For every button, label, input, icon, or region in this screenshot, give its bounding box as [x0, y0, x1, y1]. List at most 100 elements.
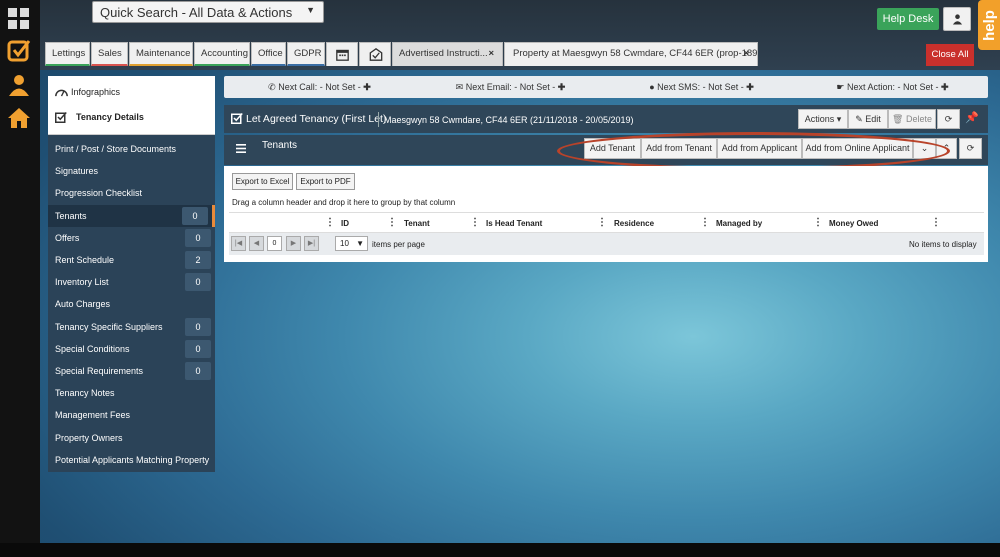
prev-page-icon[interactable]: ◀ — [249, 236, 264, 251]
sidebar-item-label: Property Owners — [55, 432, 123, 443]
sidebar-item-auto-charges[interactable]: Auto Charges — [48, 293, 215, 315]
next-call[interactable]: ✆ Next Call: - Not Set - ✚ — [224, 76, 415, 98]
plus-icon[interactable]: ✚ — [363, 82, 371, 92]
count-badge: 0 — [182, 206, 208, 225]
plus-icon[interactable]: ✚ — [941, 82, 949, 92]
doc-tab-label: Property at Maesgwyn 58 Cwmdare, CF44 6E… — [513, 48, 758, 59]
count-badge: 0 — [185, 361, 211, 380]
property-house-icon[interactable] — [7, 106, 31, 130]
column-header-id[interactable]: ID — [341, 219, 349, 228]
pencil-icon: ✎ — [855, 114, 863, 124]
tab-maintenance[interactable]: Maintenance — [129, 42, 193, 66]
column-menu-icon[interactable]: ⋮ — [931, 217, 941, 228]
sidebar-item-property-owners[interactable]: Property Owners — [48, 426, 215, 448]
apps-grid-icon[interactable] — [7, 7, 31, 31]
column-menu-icon[interactable]: ⋮ — [813, 217, 823, 228]
column-menu-icon[interactable]: ⋮ — [597, 217, 607, 228]
edit-button[interactable]: ✎ Edit — [848, 109, 888, 129]
highlight-annotation — [557, 132, 950, 170]
quick-search-dropdown[interactable]: Quick Search - All Data & Actions ▼ — [92, 1, 324, 23]
sidebar-item-tenancy-details[interactable]: Tenancy Details — [48, 103, 215, 130]
next-email[interactable]: ✉ Next Email: - Not Set - ✚ — [415, 76, 606, 98]
no-items-message: No items to display — [909, 240, 977, 249]
help-side-tab[interactable]: help — [978, 0, 1000, 50]
open-doc-tab-property[interactable]: Property at Maesgwyn 58 Cwmdare, CF44 6E… — [504, 42, 758, 66]
open-doc-tab-advertised[interactable]: Advertised Instructi... × — [392, 42, 503, 66]
column-menu-icon[interactable]: ⋮ — [387, 217, 397, 228]
tab-accounting[interactable]: Accounting — [194, 42, 250, 66]
items-per-page-label: items per page — [372, 240, 425, 249]
sidebar-item-special-conditions[interactable]: Special Conditions 0 — [48, 338, 215, 360]
sidebar-item-inventory-list[interactable]: Inventory List 0 — [48, 271, 215, 293]
column-menu-icon[interactable]: ⋮ — [325, 217, 335, 228]
envelope-icon: ✉ — [455, 82, 464, 92]
tab-sales[interactable]: Sales — [91, 42, 128, 66]
delete-button[interactable]: 🗑 Delete — [888, 109, 936, 129]
sidebar-item-progression-checklist[interactable]: Progression Checklist — [48, 182, 215, 204]
page-number[interactable]: 0 — [267, 236, 282, 251]
calendar-tab[interactable] — [326, 42, 358, 66]
tab-office[interactable]: Office — [251, 42, 286, 66]
column-header-residence[interactable]: Residence — [614, 219, 654, 228]
close-all-button[interactable]: Close All — [926, 44, 974, 66]
sidebar-item-signatures[interactable]: Signatures — [48, 160, 215, 182]
sidebar-item-infographics[interactable]: Infographics — [48, 76, 215, 103]
first-page-icon[interactable]: |◀ — [231, 236, 246, 251]
menu-icon[interactable] — [236, 144, 246, 153]
last-page-icon[interactable]: ▶| — [304, 236, 319, 251]
sidebar-item-label: Tenancy Details — [76, 111, 144, 122]
sidebar-item-label: Infographics — [71, 86, 121, 97]
actions-dropdown[interactable]: Actions ▾ — [798, 109, 848, 129]
refresh-button[interactable]: ⟳ — [937, 109, 960, 129]
sidebar-item-label: Potential Applicants Matching Property — [55, 454, 210, 465]
tenancy-check-icon — [231, 113, 243, 124]
sidebar-item-tenancy-suppliers[interactable]: Tenancy Specific Suppliers 0 — [48, 316, 215, 338]
mail-tab[interactable] — [359, 42, 391, 66]
help-desk-button[interactable]: Help Desk — [877, 8, 939, 30]
sidebar-item-tenants[interactable]: Tenants 0 — [48, 204, 215, 227]
column-menu-icon[interactable]: ⋮ — [700, 217, 710, 228]
sidebar-item-potential-applicants[interactable]: Potential Applicants Matching Property — [48, 449, 215, 471]
export-excel-button[interactable]: Export to Excel — [232, 173, 293, 190]
next-action-label: Next Action: - Not Set - — [846, 82, 939, 92]
page-size-select[interactable]: 10 ▼ — [335, 236, 368, 251]
refresh-tenants-button[interactable]: ⟳ — [959, 138, 982, 159]
tab-lettings[interactable]: Lettings — [45, 42, 90, 66]
next-action[interactable]: ☛ Next Action: - Not Set - ✚ — [797, 76, 988, 98]
plus-icon[interactable]: ✚ — [558, 82, 566, 92]
user-icon — [952, 14, 963, 25]
sidebar-item-offers[interactable]: Offers 0 — [48, 227, 215, 249]
bottom-bar — [0, 543, 1000, 557]
next-sms-label: Next SMS: - Not Set - — [657, 82, 744, 92]
contacts-person-icon[interactable] — [7, 73, 31, 97]
close-icon[interactable]: × — [488, 43, 494, 65]
user-menu-button[interactable] — [943, 7, 971, 31]
pin-icon[interactable]: 📌 — [965, 111, 979, 125]
sidebar-item-rent-schedule[interactable]: Rent Schedule 2 — [48, 249, 215, 271]
next-email-label: Next Email: - Not Set - — [465, 82, 556, 92]
column-menu-icon[interactable]: ⋮ — [470, 217, 480, 228]
task-check-icon[interactable] — [7, 38, 31, 62]
next-page-icon[interactable]: ▶ — [286, 236, 301, 251]
sidebar-item-label: Management Fees — [55, 410, 131, 421]
thumbs-up-icon: ☛ — [836, 82, 845, 92]
column-header-managed-by[interactable]: Managed by — [716, 219, 762, 228]
export-pdf-button[interactable]: Export to PDF — [296, 173, 355, 190]
phone-icon: ✆ — [268, 82, 276, 92]
column-header-money-owed[interactable]: Money Owed — [829, 219, 878, 228]
sidebar-item-special-requirements[interactable]: Special Requirements 0 — [48, 360, 215, 382]
sidebar-item-label: Progression Checklist — [55, 188, 143, 199]
sidebar-item-print-documents[interactable]: Print / Post / Store Documents — [48, 138, 215, 160]
column-header-tenant[interactable]: Tenant — [404, 219, 430, 228]
tab-gdpr[interactable]: GDPR — [287, 42, 325, 66]
plus-icon[interactable]: ✚ — [746, 82, 754, 92]
next-sms[interactable]: ● Next SMS: - Not Set - ✚ — [606, 76, 797, 98]
tenants-title: Tenants — [262, 140, 298, 151]
column-header-head-tenant[interactable]: Is Head Tenant — [486, 219, 542, 228]
next-activity-bar: ✆ Next Call: - Not Set - ✚ ✉ Next Email:… — [224, 76, 988, 98]
sidebar-item-tenancy-notes[interactable]: Tenancy Notes — [48, 382, 215, 404]
close-icon[interactable]: × — [743, 43, 749, 65]
active-indicator — [212, 204, 215, 227]
panel-subtitle: Maesgwyn 58 Cwmdare, CF44 6ER (21/11/201… — [384, 115, 634, 125]
sidebar-item-management-fees[interactable]: Management Fees — [48, 404, 215, 426]
